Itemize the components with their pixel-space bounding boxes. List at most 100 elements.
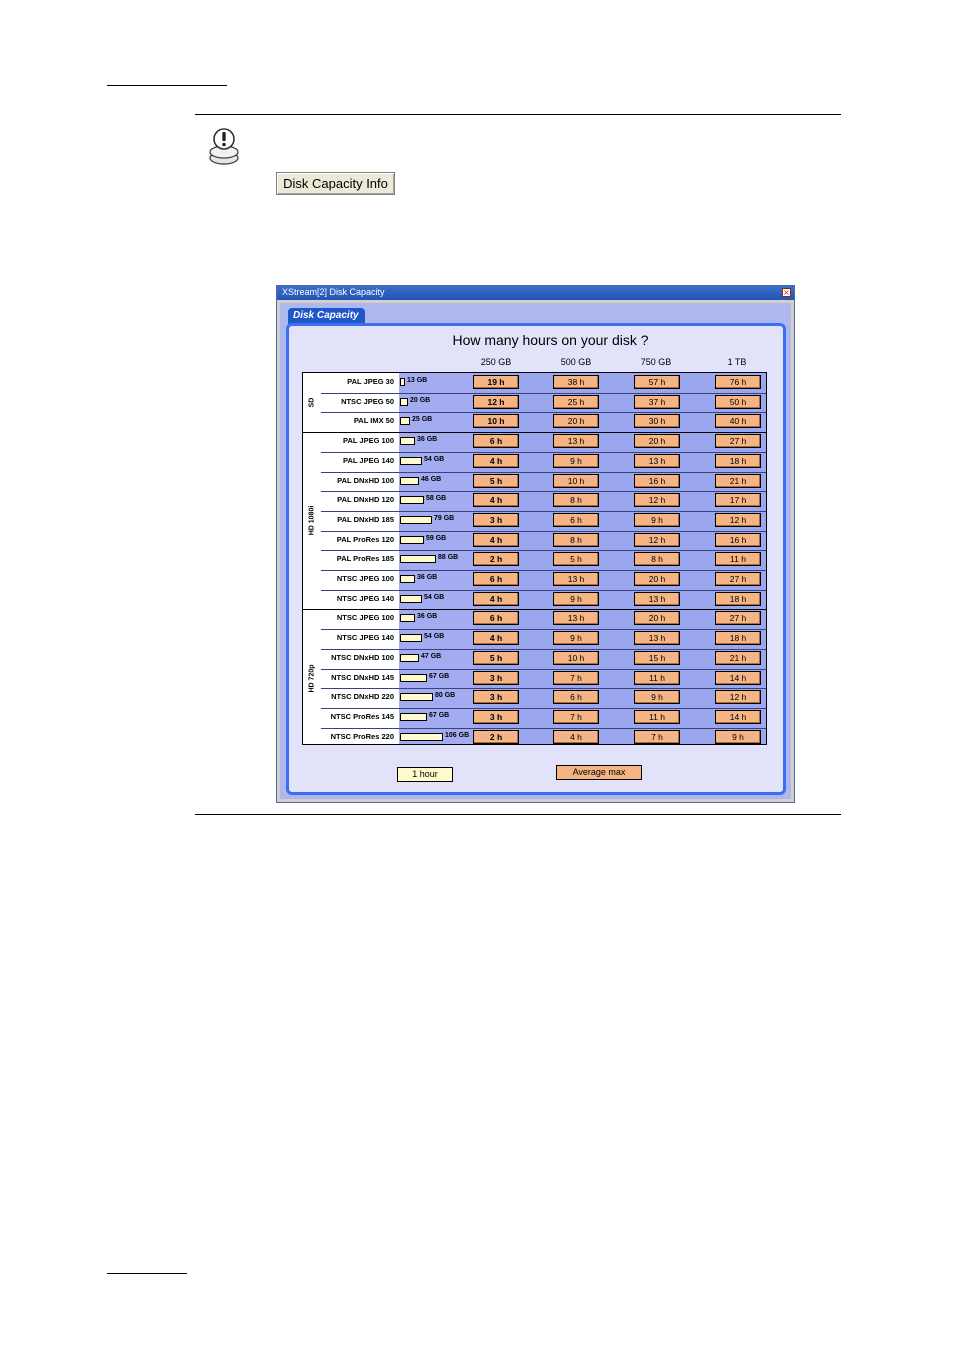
row-divider (321, 629, 766, 631)
format-label: NTSC JPEG 140 (336, 633, 394, 643)
table-row: PAL ProRes 185 88 GB 2 h 5 h 8 h 11 h (303, 550, 766, 569)
hours-cell: 4 h (473, 591, 519, 606)
format-label: NTSC JPEG 50 (341, 396, 394, 406)
hours-cell: 11 h (634, 709, 680, 724)
hours-cell: 76 h (715, 375, 761, 389)
row-divider (321, 451, 766, 453)
hours-cell: 5 h (473, 473, 519, 488)
table-row: PAL DNxHD 100 46 GB 5 h 10 h 16 h 21 h (303, 472, 766, 491)
hours-cell: 17 h (715, 493, 761, 508)
hours-cell: 21 h (715, 650, 761, 665)
hours-cell: 27 h (715, 434, 761, 449)
close-button[interactable]: × (782, 288, 791, 297)
format-label: NTSC JPEG 100 (336, 613, 394, 623)
size-label: 20 GB (410, 396, 431, 404)
size-bar (400, 614, 415, 623)
table-row: PAL JPEG 100 36 GB 6 h 13 h 20 h 27 h (303, 432, 766, 451)
size-label: 58 GB (426, 495, 447, 503)
row-divider (321, 707, 766, 709)
hours-cell: 30 h (634, 414, 680, 429)
table-row: NTSC JPEG 140 54 GB 4 h 9 h 13 h 18 h (303, 590, 766, 609)
hours-cell: 18 h (715, 631, 761, 646)
format-label: PAL DNxHD 120 (337, 495, 394, 505)
format-label: PAL DNxHD 100 (337, 475, 394, 485)
hours-cell: 11 h (715, 552, 761, 567)
row-divider (321, 570, 766, 571)
hours-cell: 20 h (634, 611, 680, 626)
hours-cell: 10 h (553, 473, 599, 488)
dialog-titlebar: XStream[2] Disk Capacity × (277, 286, 794, 300)
hours-cell: 20 h (553, 414, 599, 429)
row-divider (321, 550, 766, 552)
row-divider (321, 668, 766, 670)
size-label: 36 GB (417, 436, 438, 444)
hours-cell: 19 h (473, 375, 519, 389)
size-bar (400, 417, 410, 426)
table-row: NTSC JPEG 100 36 GB 6 h 13 h 20 h 27 h (303, 609, 766, 628)
hours-cell: 9 h (634, 512, 680, 527)
hours-cell: 10 h (553, 650, 599, 665)
table-row: PAL DNxHD 120 58 GB 4 h 8 h 12 h 17 h (303, 491, 766, 510)
hours-cell: 6 h (553, 690, 599, 705)
size-label: 36 GB (417, 613, 438, 621)
hours-cell: 4 h (553, 729, 599, 744)
hours-cell: 16 h (715, 532, 761, 547)
table-row: PAL DNxHD 185 79 GB 3 h 6 h 9 h 12 h (303, 511, 766, 530)
hours-cell: 13 h (553, 572, 599, 586)
table-row: NTSC JPEG 50 20 GB 12 h 25 h 37 h 50 h (303, 393, 766, 412)
hours-cell: 27 h (715, 611, 761, 626)
hours-cell: 18 h (715, 453, 761, 468)
size-bar (400, 476, 419, 485)
hours-cell: 37 h (634, 394, 680, 409)
size-bar (400, 634, 422, 643)
row-divider (321, 491, 766, 493)
group-label: HD 1080i (303, 432, 321, 609)
hours-cell: 12 h (715, 512, 761, 527)
row-divider (321, 412, 766, 414)
hours-cell: 8 h (634, 552, 680, 567)
hours-cell: 25 h (553, 394, 599, 409)
size-label: 13 GB (407, 377, 428, 384)
hours-cell: 6 h (553, 512, 599, 527)
format-label: NTSC ProRes 145 (330, 711, 394, 721)
format-label: NTSC DNxHD 145 (331, 672, 394, 682)
disk-capacity-info-button[interactable]: Disk Capacity Info (276, 172, 395, 195)
hours-cell: 6 h (473, 434, 519, 449)
table-row: NTSC DNxHD 220 80 GB 3 h 6 h 9 h 12 h (303, 688, 766, 707)
row-divider (321, 392, 766, 394)
format-label: PAL JPEG 30 (347, 377, 394, 386)
legend-average-max: Average max (556, 765, 642, 780)
format-label: PAL DNxHD 185 (337, 514, 394, 524)
size-label: 25 GB (412, 416, 433, 424)
hours-cell: 14 h (715, 670, 761, 685)
column-header: 1 TB (727, 357, 747, 367)
hours-cell: 13 h (553, 434, 599, 449)
hours-cell: 7 h (553, 670, 599, 685)
row-divider (321, 727, 766, 729)
size-bar (400, 693, 433, 702)
hours-cell: 3 h (473, 512, 519, 527)
group-divider (303, 432, 766, 434)
size-label: 88 GB (438, 554, 459, 562)
hours-cell: 4 h (473, 532, 519, 547)
format-label: PAL ProRes 185 (336, 554, 394, 564)
legend-one-hour: 1 hour (397, 767, 453, 782)
size-bar (400, 535, 424, 544)
group-label: SD (303, 373, 321, 432)
format-label: PAL JPEG 100 (343, 436, 394, 446)
size-label: 46 GB (421, 475, 442, 483)
table-row: NTSC ProRes 145 67 GB 3 h 7 h 11 h 14 h (303, 708, 766, 727)
hours-cell: 4 h (473, 493, 519, 508)
group-divider (303, 609, 766, 611)
column-header: 250 GB (480, 357, 512, 367)
size-label: 106 GB (445, 731, 470, 739)
tab-disk-capacity[interactable]: Disk Capacity (288, 308, 365, 324)
size-label: 67 GB (429, 711, 450, 719)
row-divider (321, 530, 766, 532)
format-label: NTSC JPEG 140 (336, 593, 394, 603)
row-divider (321, 589, 766, 591)
hours-cell: 14 h (715, 709, 761, 724)
size-label: 47 GB (421, 652, 442, 660)
table-row: NTSC ProRes 220 106 GB 2 h 4 h 7 h 9 h (303, 728, 766, 747)
size-label: 54 GB (424, 593, 445, 601)
